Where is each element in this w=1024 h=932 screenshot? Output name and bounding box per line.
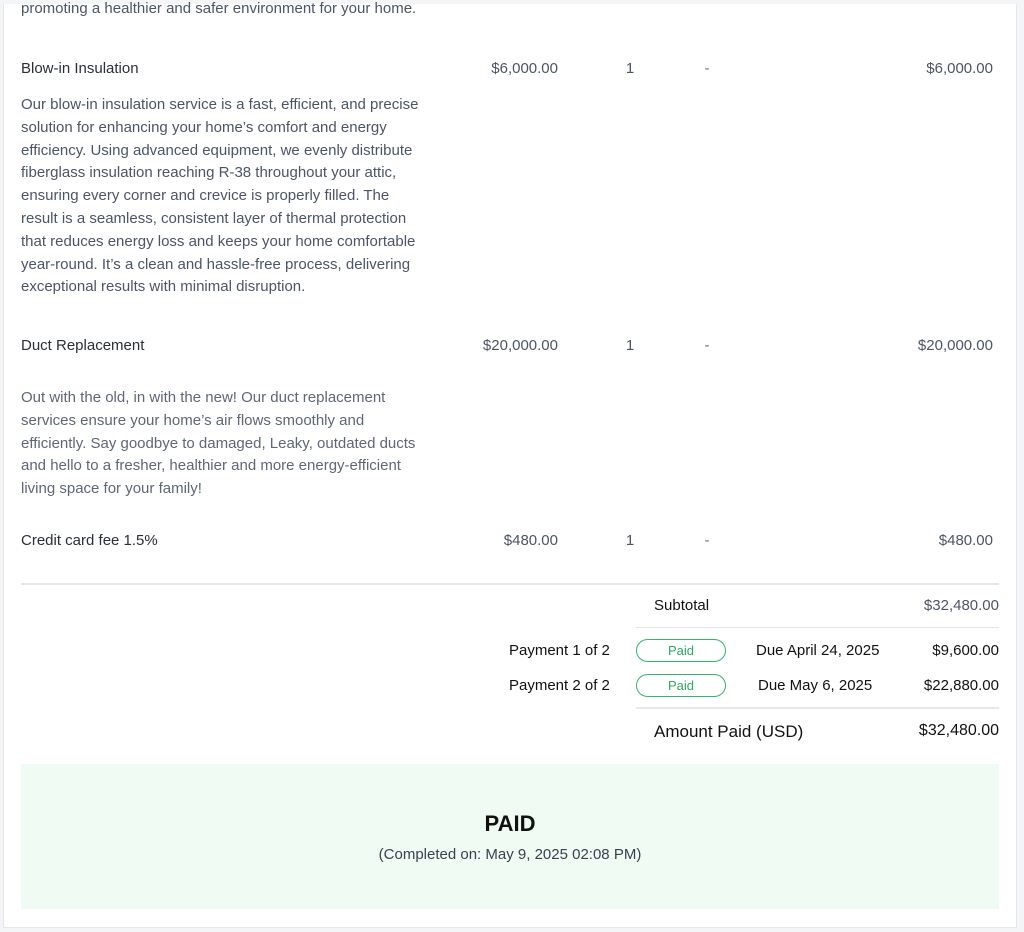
payment-1-amount: $9,600.00 [932,642,999,659]
payment-1-status-badge: Paid [636,639,726,662]
item-qty: 1 [625,532,635,549]
invoice-card: promoting a healthier and safer environm… [3,0,1017,928]
payment-2-label: Payment 2 of 2 [509,677,610,694]
paid-banner: PAID (Completed on: May 9, 2025 02:08 PM… [21,764,999,909]
item-description-blow-in-insulation: Our blow-in insulation service is a fast… [21,96,419,296]
payment-2-status-badge: Paid [636,674,726,697]
item-total: $480.00 [938,532,993,549]
item-name-duct-replacement: Duct Replacement [21,337,145,354]
payment-1-label: Payment 1 of 2 [509,642,610,659]
item-qty: 1 [625,60,635,77]
paid-completed-date: (Completed on: May 9, 2025 02:08 PM) [378,846,642,863]
item-discount: - [704,60,710,77]
subtotal-divider [636,627,999,628]
item-total: $20,000.00 [917,337,993,354]
items-divider [21,583,999,585]
amount-paid-value: $32,480.00 [918,722,999,739]
item-name-credit-card-fee: Credit card fee 1.5% [21,532,158,549]
payment-2-amount: $22,880.00 [923,677,999,694]
item-description-duct-replacement: Out with the old, in with the new! Our d… [21,389,416,498]
payment-status-text: Paid [667,678,695,693]
item-price: $480.00 [503,532,558,549]
item-price: $20,000.00 [482,337,558,354]
item-discount: - [704,337,710,354]
item-description-continued: promoting a healthier and safer environm… [21,0,417,17]
subtotal-value: $32,480.00 [923,597,999,614]
item-discount: - [704,532,710,549]
item-qty: 1 [625,337,635,354]
item-name-blow-in-insulation: Blow-in Insulation [21,60,139,77]
item-price: $6,000.00 [491,60,558,77]
payment-2-due-date: Due May 6, 2025 [758,677,873,694]
payments-divider [636,707,999,709]
item-total: $6,000.00 [926,60,993,77]
subtotal-label: Subtotal [654,597,710,614]
paid-title: PAID [484,811,536,836]
payment-status-text: Paid [667,643,695,658]
amount-paid-label: Amount Paid (USD) [654,722,804,741]
